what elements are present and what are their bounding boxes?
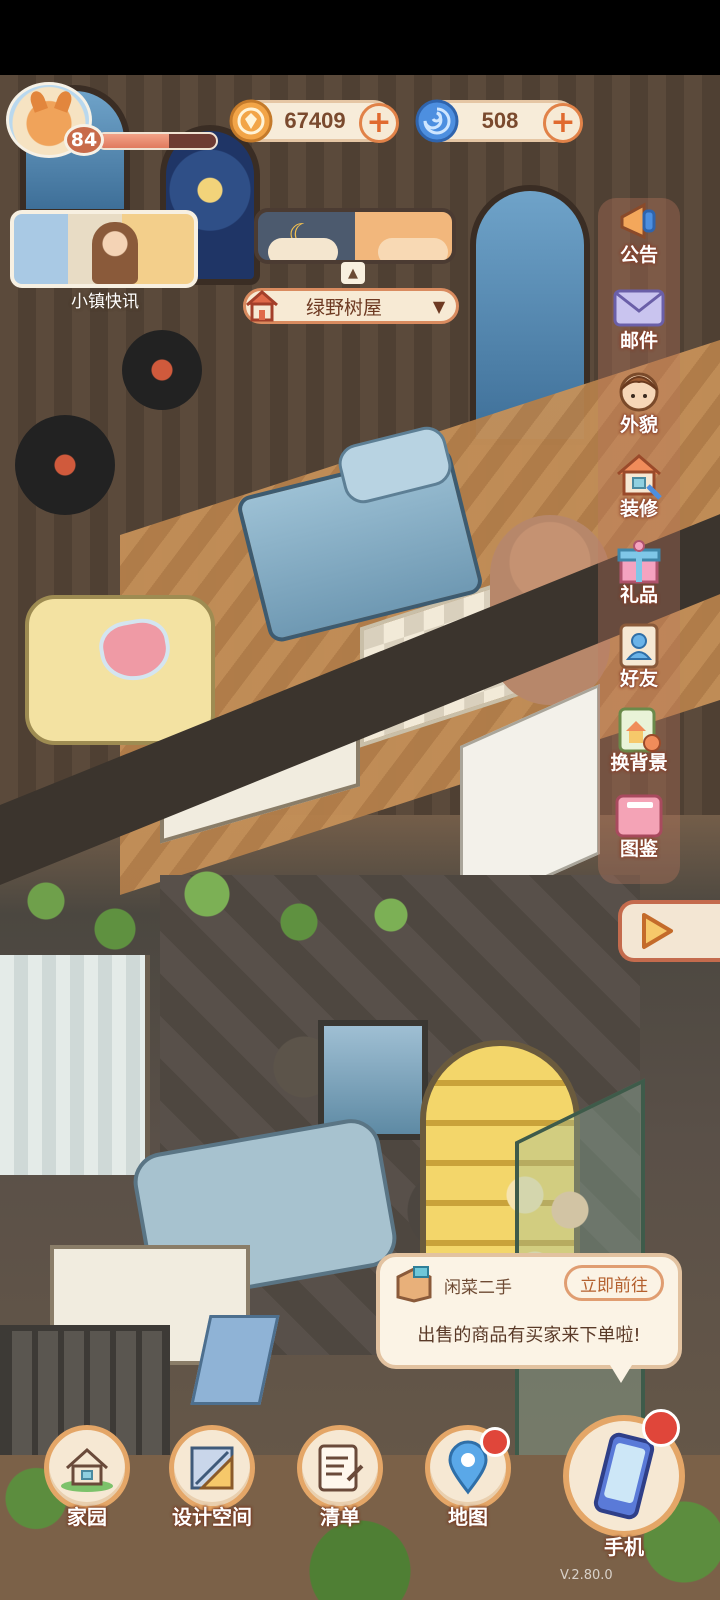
design-ruler-icon	[169, 1425, 255, 1511]
version-text: V.2.80.0	[560, 1568, 613, 1583]
sidebar-item-announcement[interactable]: 公告	[598, 198, 680, 282]
notification-message: 出售的商品有买家来下单啦!	[417, 1325, 641, 1346]
cloud-icon	[268, 238, 338, 260]
background-card-icon	[612, 706, 666, 754]
go-now-button[interactable]: 立即前往	[564, 1265, 664, 1301]
nav-label: 清单	[320, 1505, 360, 1529]
home-icon	[44, 1425, 130, 1511]
nav-design-space[interactable]: 设计空间	[164, 1425, 260, 1545]
town-news-card[interactable]	[10, 210, 198, 288]
sidebar-item-label: 邮件	[619, 330, 658, 352]
add-coin-button[interactable]: +	[359, 103, 399, 143]
nav-checklist[interactable]: 清单	[292, 1425, 388, 1545]
xp-bar	[96, 132, 218, 150]
expand-menu-button[interactable]	[618, 900, 720, 962]
sidebar-item-label: 礼品	[619, 584, 658, 606]
sidebar-item-mail[interactable]: 邮件	[598, 284, 680, 368]
nav-map[interactable]: 地图	[420, 1425, 516, 1545]
sidebar-item-decorate[interactable]: 装修	[598, 452, 680, 536]
sidebar-item-label: 装修	[619, 498, 658, 520]
nav-label: 设计空间	[172, 1505, 252, 1529]
add-gem-button[interactable]: +	[543, 103, 583, 143]
mail-icon	[612, 284, 666, 332]
map-notification-badge	[480, 1427, 510, 1457]
fox-ear-icon	[28, 89, 48, 113]
secondhand-notification[interactable]: 闲菜二手 立即前往 出售的商品有买家来下单啦!	[376, 1253, 682, 1369]
location-selector[interactable]: 绿野树屋 ▼	[243, 288, 459, 324]
sidebar-item-label: 图鉴	[619, 838, 658, 860]
cloud-icon	[378, 238, 448, 260]
coin-counter: 67409 +	[229, 99, 399, 143]
sidebar-item-friends[interactable]: 好友	[598, 622, 680, 706]
town-news-label[interactable]: 小镇快讯	[0, 287, 210, 312]
day-night-toggle[interactable]: ☾	[254, 208, 456, 264]
xp-fill	[98, 134, 169, 148]
notification-title: 闲菜二手	[444, 1278, 512, 1298]
curtained-window	[0, 955, 150, 1175]
house-icon	[242, 285, 282, 327]
nav-label: 家园	[67, 1505, 107, 1529]
nav-label: 手机	[604, 1535, 644, 1559]
house-wrench-icon	[612, 452, 666, 500]
level-badge: 84	[64, 124, 104, 156]
news-character	[92, 222, 138, 284]
character-face-icon	[612, 368, 666, 416]
checklist-icon	[297, 1425, 383, 1511]
phone-notification-badge	[642, 1409, 680, 1447]
megaphone-icon	[612, 198, 666, 246]
nav-label: 地图	[448, 1505, 488, 1529]
gem-counter: 508 +	[415, 99, 583, 143]
sidebar-item-label: 公告	[619, 244, 658, 266]
vinyl-record-decor	[15, 415, 115, 515]
album-book-icon	[612, 792, 666, 840]
parcel-box-icon	[394, 1265, 434, 1303]
nav-phone[interactable]: 手机	[560, 1409, 688, 1565]
swirl-gem-icon	[413, 97, 461, 145]
coin-icon	[227, 97, 275, 145]
day-night-arrow[interactable]: ▲	[341, 262, 365, 284]
ivy-vines	[0, 845, 460, 985]
sidebar-item-gifts[interactable]: 礼品	[598, 538, 680, 622]
sidebar-item-label: 外貌	[619, 414, 658, 436]
sidebar-item-label: 好友	[619, 668, 658, 690]
chevron-down-icon[interactable]: ▼	[422, 297, 456, 316]
nav-home[interactable]: 家园	[39, 1425, 135, 1545]
fox-ear-icon	[54, 89, 74, 113]
sidebar-item-album[interactable]: 图鉴	[598, 792, 680, 876]
sidebar-item-appearance[interactable]: 外貌	[598, 368, 680, 452]
sidebar-item-label: 换背景	[610, 752, 668, 774]
sidebar-item-change-background[interactable]: 换背景	[598, 706, 680, 790]
gift-box-icon	[612, 538, 666, 586]
friend-card-icon	[612, 622, 666, 670]
play-arrow-icon	[642, 913, 673, 949]
vinyl-record-decor	[122, 330, 202, 410]
